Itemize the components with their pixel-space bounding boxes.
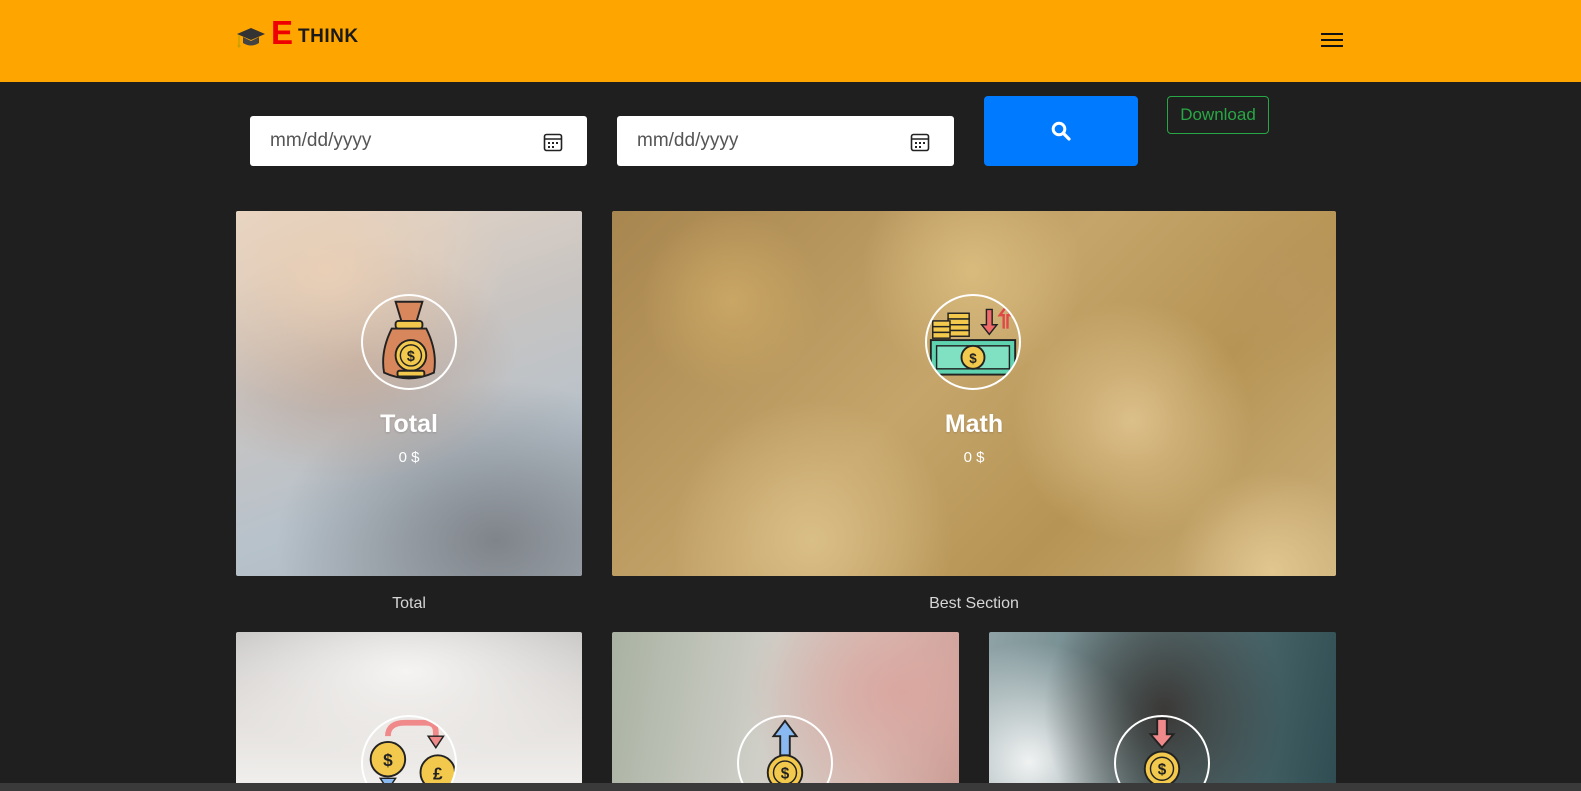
end-date-input[interactable] bbox=[637, 116, 887, 166]
start-date-field[interactable] bbox=[250, 116, 587, 166]
svg-text:$: $ bbox=[383, 750, 393, 770]
end-date-field[interactable] bbox=[617, 116, 954, 166]
graduation-cap-icon bbox=[237, 28, 265, 48]
card-title: Total bbox=[380, 410, 438, 438]
calendar-icon[interactable] bbox=[543, 132, 563, 152]
card-value: 0 $ bbox=[398, 449, 420, 466]
card-background bbox=[612, 211, 1336, 576]
top-navbar: E THINK bbox=[0, 0, 1581, 82]
brand-text: THINK bbox=[298, 26, 359, 47]
calendar-icon[interactable] bbox=[910, 132, 930, 152]
svg-text:$: $ bbox=[969, 351, 977, 366]
exchange-card[interactable]: $ £ bbox=[236, 632, 582, 791]
money-bag-icon: $ bbox=[361, 294, 457, 390]
svg-text:$: $ bbox=[407, 349, 415, 365]
svg-text:$: $ bbox=[1158, 762, 1167, 779]
expense-arrow-down-icon: $ bbox=[1114, 715, 1210, 791]
page-bottom-edge bbox=[0, 783, 1581, 791]
cash-coins-icon: $ bbox=[925, 294, 1021, 390]
search-button[interactable] bbox=[984, 96, 1138, 166]
start-date-input[interactable] bbox=[270, 116, 520, 166]
brand-logo[interactable]: E THINK bbox=[236, 10, 359, 50]
card-caption: Total bbox=[392, 595, 426, 612]
svg-text:£: £ bbox=[433, 763, 443, 783]
expense-card[interactable]: $ bbox=[989, 632, 1336, 791]
card-value: 0 $ bbox=[963, 449, 985, 466]
math-card[interactable]: $ Math 0 $ bbox=[612, 211, 1336, 576]
card-background bbox=[236, 211, 582, 576]
search-icon bbox=[1051, 121, 1071, 141]
hamburger-menu-icon[interactable] bbox=[1321, 32, 1343, 48]
download-button[interactable]: Download bbox=[1167, 96, 1269, 134]
total-card[interactable]: $ Total 0 $ bbox=[236, 211, 582, 576]
svg-text:$: $ bbox=[781, 765, 790, 782]
income-card[interactable]: $ bbox=[612, 632, 959, 791]
currency-exchange-icon: $ £ bbox=[361, 715, 457, 791]
income-arrow-up-icon: $ bbox=[737, 715, 833, 791]
card-title: Math bbox=[944, 410, 1004, 438]
card-caption: Best Section bbox=[929, 595, 1019, 612]
brand-letter: E bbox=[271, 14, 294, 51]
